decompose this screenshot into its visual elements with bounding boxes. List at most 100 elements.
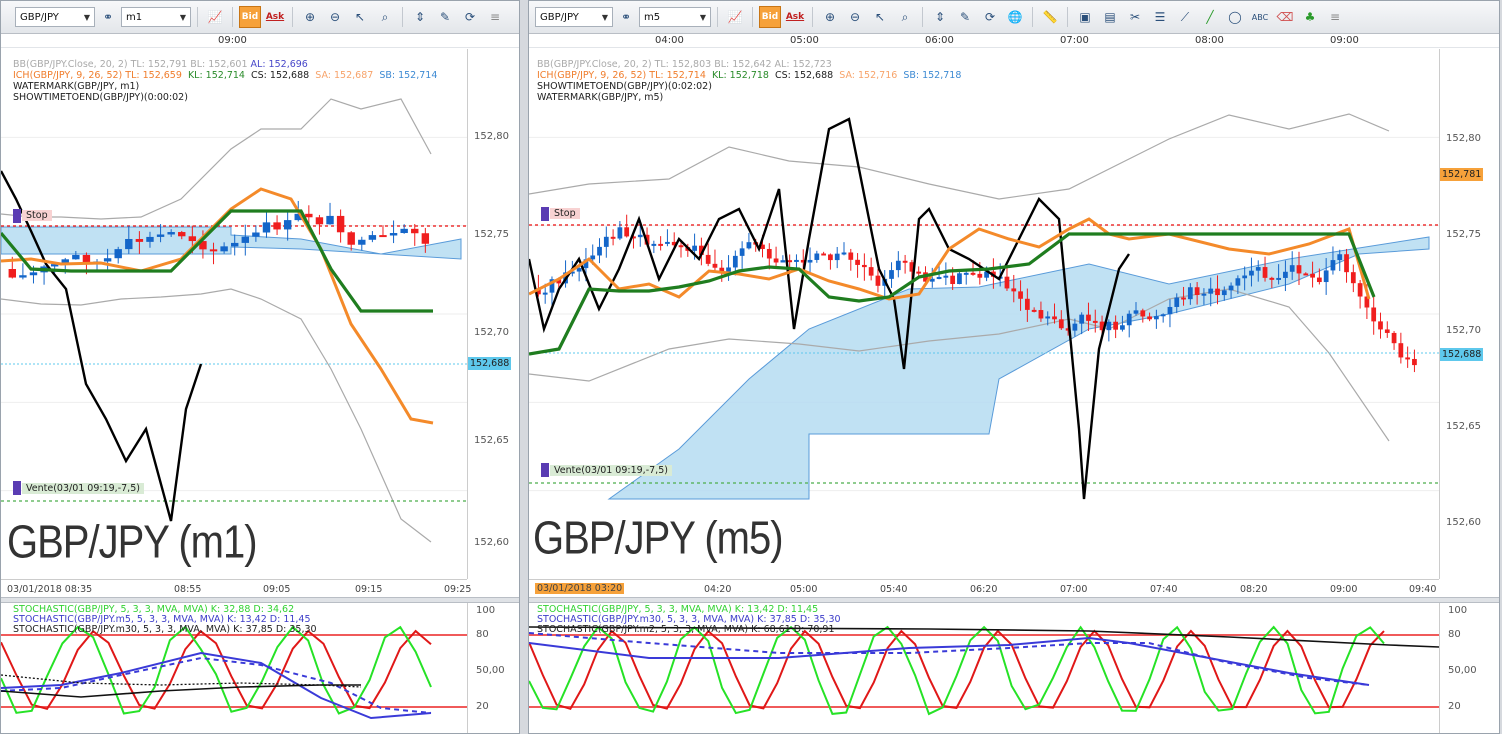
refresh-icon[interactable]: ⟳	[979, 6, 1001, 28]
x-tick: 05:00	[790, 584, 818, 595]
x-tick: 09:15	[355, 584, 383, 595]
candle-body	[1378, 321, 1383, 330]
candle-body	[603, 236, 609, 247]
candle-body	[848, 252, 854, 260]
vente-label[interactable]: Vente(03/01 09:19,-7,5)	[550, 465, 672, 476]
left-chart-panel: GBP/JPY ▼ ⚭ m1 ▼ 📈 Bid Ask ⊕ ⊖ ↖ ⌕ ⇕ ✎ ⟳ ≡…	[0, 0, 520, 734]
separator	[752, 7, 753, 27]
candle-body	[1310, 273, 1315, 278]
legend-ich-sa: SA: 152,687	[315, 70, 374, 81]
edit-icon[interactable]: ✎	[954, 6, 976, 28]
right-timeframe-select[interactable]: m5 ▼	[639, 7, 711, 27]
osc-tick: 20	[1448, 701, 1461, 712]
fan-icon[interactable]: ⟋	[1174, 6, 1196, 28]
stochastic-d-line	[1, 629, 432, 711]
bid-button[interactable]: Bid	[239, 6, 261, 28]
ask-button[interactable]: Ask	[784, 6, 806, 28]
chikou-span-line	[1, 170, 203, 522]
left-timeframe-select[interactable]: m1 ▼	[121, 7, 191, 27]
left-price-chart[interactable]: BB(GBP/JPY.Close, 20, 2) TL: 152,791 BL:…	[1, 49, 467, 579]
lines-icon[interactable]: ☰	[1149, 6, 1171, 28]
right-price-chart[interactable]: BB(GBP/JPY.Close, 20, 2) TL: 152,803 BL:…	[529, 49, 1439, 579]
legend-ich-sa: SA: 152,716	[839, 70, 898, 81]
separator	[717, 7, 718, 27]
trendline-icon[interactable]: ╱	[1199, 6, 1221, 28]
zoom-area-icon[interactable]: ⌕	[374, 6, 396, 28]
candle-body	[1303, 273, 1309, 276]
left-symbol-select[interactable]: GBP/JPY ▼	[15, 7, 95, 27]
candle-body	[379, 235, 387, 238]
link-icon[interactable]: ⚭	[98, 6, 118, 28]
template-icon[interactable]: ▤	[1099, 6, 1121, 28]
zoom-out-icon[interactable]: ⊖	[324, 6, 346, 28]
right-symbol-select[interactable]: GBP/JPY ▼	[535, 7, 613, 27]
top-tick: 07:00	[1060, 35, 1089, 46]
x-tick: 09:00	[1330, 584, 1358, 595]
left-toolbar: GBP/JPY ▼ ⚭ m1 ▼ 📈 Bid Ask ⊕ ⊖ ↖ ⌕ ⇕ ✎ ⟳ ≡	[1, 1, 519, 34]
osc-legend-3: STOCHASTIC(GBP/JPY.m30, 5, 3, 3, MVA, MV…	[13, 624, 317, 635]
x-tick: 06:20	[970, 584, 998, 595]
candle-body	[1140, 310, 1146, 317]
chart-type-icon[interactable]: 📈	[724, 6, 746, 28]
candle-body	[347, 232, 355, 245]
candle-body	[1024, 298, 1030, 310]
fit-icon[interactable]: ⇕	[929, 6, 951, 28]
cursor-icon[interactable]: ↖	[869, 6, 891, 28]
image-icon[interactable]: ▣	[1074, 6, 1096, 28]
bid-button[interactable]: Bid	[759, 6, 781, 28]
refresh-icon[interactable]: ⟳	[459, 6, 481, 28]
right-osc-legend: STOCHASTIC(GBP/JPY, 5, 3, 3, MVA, MVA) K…	[537, 605, 841, 635]
tree-icon[interactable]: ♣	[1299, 6, 1321, 28]
link-icon[interactable]: ⚭	[616, 6, 636, 28]
zoom-in-icon[interactable]: ⊕	[299, 6, 321, 28]
legend-watermark: WATERMARK(GBP/JPY, m1)	[13, 81, 140, 92]
chart-type-icon[interactable]: 📈	[204, 6, 226, 28]
legend-bb-al: AL: 152,696	[250, 59, 308, 70]
chevron-down-icon: ▼	[179, 12, 186, 22]
candle-body	[1018, 291, 1023, 299]
candle-body	[1154, 316, 1159, 320]
candle-body	[411, 228, 419, 234]
stop-label[interactable]: Stop	[550, 208, 580, 219]
candle-body	[828, 254, 833, 261]
candle-body	[19, 275, 27, 278]
legend-ich: ICH(GBP/JPY, 9, 26, 52) TL: 152,659 KL: …	[13, 70, 437, 81]
candle-body	[855, 259, 860, 265]
candle-body	[726, 267, 731, 272]
cursor-icon[interactable]: ↖	[349, 6, 371, 28]
candle-body	[807, 259, 813, 263]
timeframe-value: m5	[644, 11, 661, 23]
candle-body	[305, 213, 313, 218]
edit-icon[interactable]: ✎	[434, 6, 456, 28]
menu-icon[interactable]: ≡	[484, 6, 506, 28]
tools-icon[interactable]: ✂	[1124, 6, 1146, 28]
y-tick: 152,80	[1446, 133, 1481, 144]
top-tick: 06:00	[925, 35, 954, 46]
candle-body	[678, 245, 684, 248]
left-oscillator-chart[interactable]: STOCHASTIC(GBP/JPY, 5, 3, 3, MVA, MVA) K…	[1, 603, 467, 733]
zoom-out-icon[interactable]: ⊖	[844, 6, 866, 28]
osc-tick: 50,00	[1448, 665, 1477, 676]
candle-body	[1215, 288, 1220, 296]
globe-icon[interactable]: 🌐	[1004, 6, 1026, 28]
eraser-icon[interactable]: ⌫	[1274, 6, 1296, 28]
ellipse-icon[interactable]: ◯	[1224, 6, 1246, 28]
zoom-in-icon[interactable]: ⊕	[819, 6, 841, 28]
vente-label[interactable]: Vente(03/01 09:19,-7,5)	[22, 483, 144, 494]
legend-ich-kl: KL: 152,714	[187, 70, 245, 81]
text-icon[interactable]: ABC	[1249, 6, 1271, 28]
candle-body	[1316, 277, 1322, 283]
menu-icon[interactable]: ≡	[1324, 6, 1346, 28]
candle-body	[283, 220, 292, 230]
legend-ich-text: ICH(GBP/JPY, 9, 26, 52) TL: 152,714	[537, 70, 706, 81]
candle-body	[542, 292, 548, 295]
stop-label[interactable]: Stop	[22, 210, 52, 221]
separator	[1032, 7, 1033, 27]
zoom-area-icon[interactable]: ⌕	[894, 6, 916, 28]
ruler-icon[interactable]: 📏	[1039, 6, 1061, 28]
right-oscillator-chart[interactable]: STOCHASTIC(GBP/JPY, 5, 3, 3, MVA, MVA) K…	[529, 603, 1439, 733]
candle-body	[103, 258, 112, 262]
right-osc-y-axis: 100 80 50,00 20	[1439, 603, 1499, 733]
ask-button[interactable]: Ask	[264, 6, 286, 28]
fit-icon[interactable]: ⇕	[409, 6, 431, 28]
